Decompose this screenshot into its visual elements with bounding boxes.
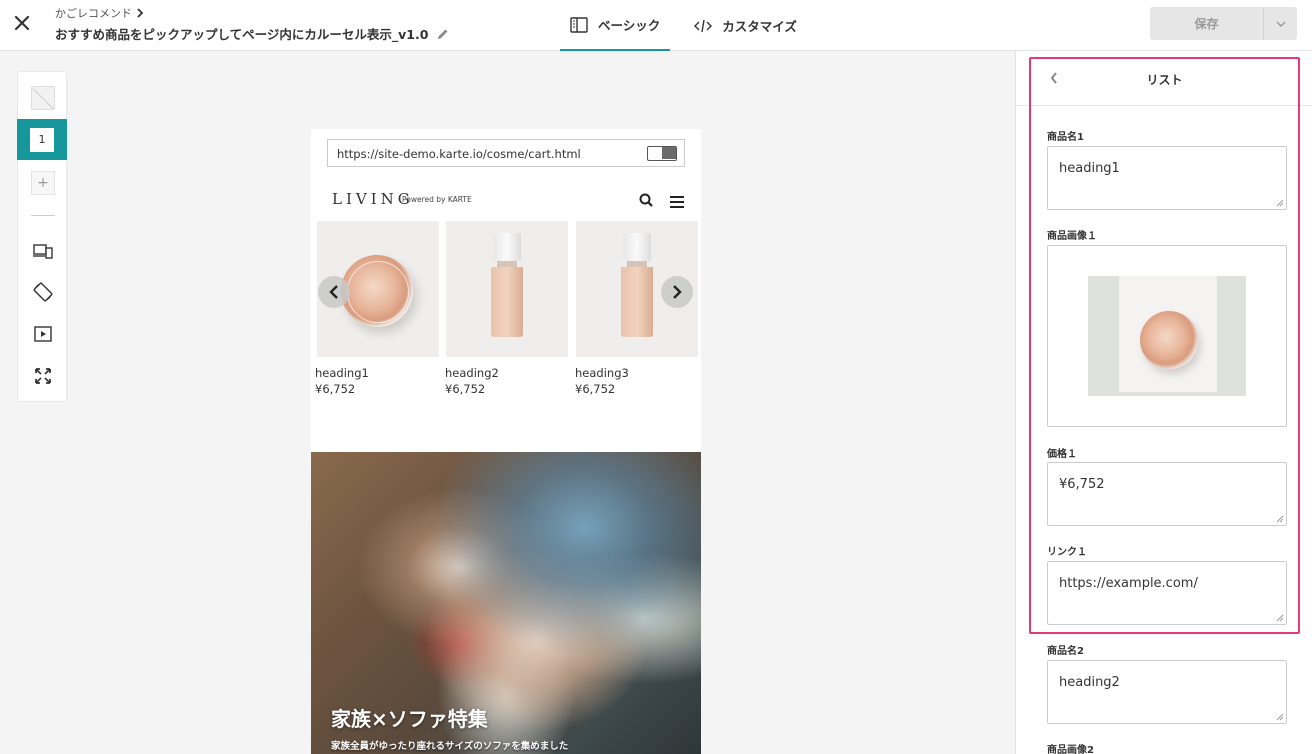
variant-none-button[interactable]	[18, 85, 68, 111]
resize-handle-icon[interactable]	[1276, 199, 1284, 207]
image-thumbnail[interactable]	[1088, 276, 1246, 396]
mobile-preview: https://site-demo.karte.io/cosme/cart.ht…	[311, 129, 701, 754]
url-bar[interactable]: https://site-demo.karte.io/cosme/cart.ht…	[327, 139, 685, 167]
preview-play-button[interactable]	[18, 324, 68, 344]
cream-jar-image	[1140, 311, 1198, 369]
close-button[interactable]	[10, 11, 34, 35]
product-image[interactable]	[446, 221, 568, 357]
carousel-next-button[interactable]	[661, 276, 693, 308]
product-name-2-field[interactable]: heading2	[1047, 660, 1287, 724]
code-icon	[694, 19, 713, 32]
close-icon[interactable]	[14, 15, 30, 31]
product-name: heading3	[575, 366, 629, 380]
chevron-left-icon	[329, 285, 338, 299]
fullscreen-button[interactable]	[18, 366, 68, 386]
breadcrumb[interactable]: かごレコメンド	[55, 5, 144, 21]
product-price: ¥6,752	[445, 382, 486, 396]
hamburger-menu-icon[interactable]	[670, 193, 684, 212]
cream-jar-image	[341, 255, 413, 327]
plus-icon: +	[31, 171, 55, 195]
resize-handle-icon[interactable]	[1276, 515, 1284, 523]
product-name: heading1	[315, 366, 369, 380]
hero-banner[interactable]: 家族×ソファ特集 家族全員がゆったり座れるサイズのソファを集めました	[311, 452, 701, 754]
link-1-field[interactable]: https://example.com/	[1047, 561, 1287, 625]
url-toggle[interactable]	[647, 146, 677, 161]
product-price: ¥6,752	[315, 382, 356, 396]
page-title: おすすめ商品をピックアップしてページ内にカルーセル表示_v1.0	[55, 24, 450, 43]
field-label: リンク１	[1047, 547, 1087, 558]
search-icon[interactable]	[639, 192, 653, 211]
no-variant-icon	[31, 86, 55, 110]
field-value[interactable]: https://example.com/	[1059, 576, 1198, 591]
product-image-1-field[interactable]	[1047, 245, 1287, 427]
pencil-icon[interactable]	[436, 27, 450, 41]
breadcrumb-label[interactable]: かごレコメンド	[55, 5, 132, 21]
field-label: 商品名1	[1047, 132, 1084, 143]
product-name-1-field[interactable]: heading1	[1047, 146, 1287, 210]
bottle-image	[621, 233, 653, 341]
field-value[interactable]: heading2	[1059, 675, 1120, 690]
product-name: heading2	[445, 366, 499, 380]
field-label: 価格１	[1047, 449, 1077, 460]
url-text[interactable]: https://site-demo.karte.io/cosme/cart.ht…	[337, 147, 581, 161]
field-label: 商品名2	[1047, 646, 1084, 657]
hero-subtitle: 家族全員がゆったり座れるサイズのソファを集めました	[331, 741, 569, 752]
field-label: 商品画像１	[1047, 231, 1097, 242]
layout-icon	[570, 16, 588, 33]
save-dropdown-button[interactable]	[1264, 7, 1297, 40]
save-button-group: 保存	[1150, 7, 1297, 40]
bottle-image	[491, 233, 523, 341]
rotate-icon	[33, 282, 53, 302]
variant-number: 1	[30, 127, 54, 152]
chevron-down-icon	[1276, 21, 1285, 27]
device-switch-button[interactable]	[18, 240, 68, 262]
site-header: LIVING Powered by KARTE	[311, 177, 701, 221]
toolbar-divider	[31, 215, 55, 216]
expand-icon	[35, 368, 51, 384]
panel-title: リスト	[1146, 73, 1183, 87]
field-value[interactable]: heading1	[1059, 161, 1120, 176]
left-toolbar: 1 +	[17, 71, 67, 402]
field-label: 商品画像2	[1047, 745, 1094, 754]
page-title-text: おすすめ商品をピックアップしてページ内にカルーセル表示_v1.0	[55, 27, 429, 42]
tab-customize-label: カスタマイズ	[722, 19, 797, 34]
powered-by: Powered by KARTE	[402, 195, 472, 204]
add-variant-button[interactable]: +	[18, 170, 68, 196]
rotate-button[interactable]	[18, 280, 68, 304]
top-bar: かごレコメンド おすすめ商品をピックアップしてページ内にカルーセル表示_v1.0…	[0, 0, 1312, 51]
carousel-prev-button[interactable]	[318, 276, 350, 308]
chevron-right-icon	[673, 285, 682, 299]
tab-basic[interactable]: ベーシック	[560, 0, 671, 51]
mode-tabs: ベーシック カスタマイズ	[560, 0, 807, 51]
product-price: ¥6,752	[575, 382, 616, 396]
save-button[interactable]: 保存	[1150, 7, 1264, 40]
product-card[interactable]: heading1 ¥6,752	[315, 221, 439, 396]
tab-basic-label: ベーシック	[598, 18, 661, 33]
tab-customize[interactable]: カスタマイズ	[684, 0, 807, 51]
variant-1-button[interactable]: 1	[17, 119, 67, 160]
play-icon	[34, 326, 52, 342]
resize-handle-icon[interactable]	[1276, 614, 1284, 622]
device-icon	[33, 244, 53, 259]
field-value[interactable]: ¥6,752	[1059, 477, 1105, 492]
panel-header: リスト	[1016, 51, 1312, 106]
settings-panel: リスト 商品名1 heading1 商品画像１ 価格１ ¥6,752 リンク１ …	[1015, 51, 1312, 754]
resize-handle-icon[interactable]	[1276, 713, 1284, 721]
product-card[interactable]: heading3 ¥6,752	[575, 221, 698, 396]
hero-title: 家族×ソファ特集	[331, 707, 488, 731]
product-card[interactable]: heading2 ¥6,752	[445, 221, 568, 396]
product-carousel: heading1 ¥6,752 heading2 ¥6,752 heading3…	[311, 221, 701, 401]
chevron-right-icon	[137, 8, 144, 18]
price-1-field[interactable]: ¥6,752	[1047, 462, 1287, 526]
